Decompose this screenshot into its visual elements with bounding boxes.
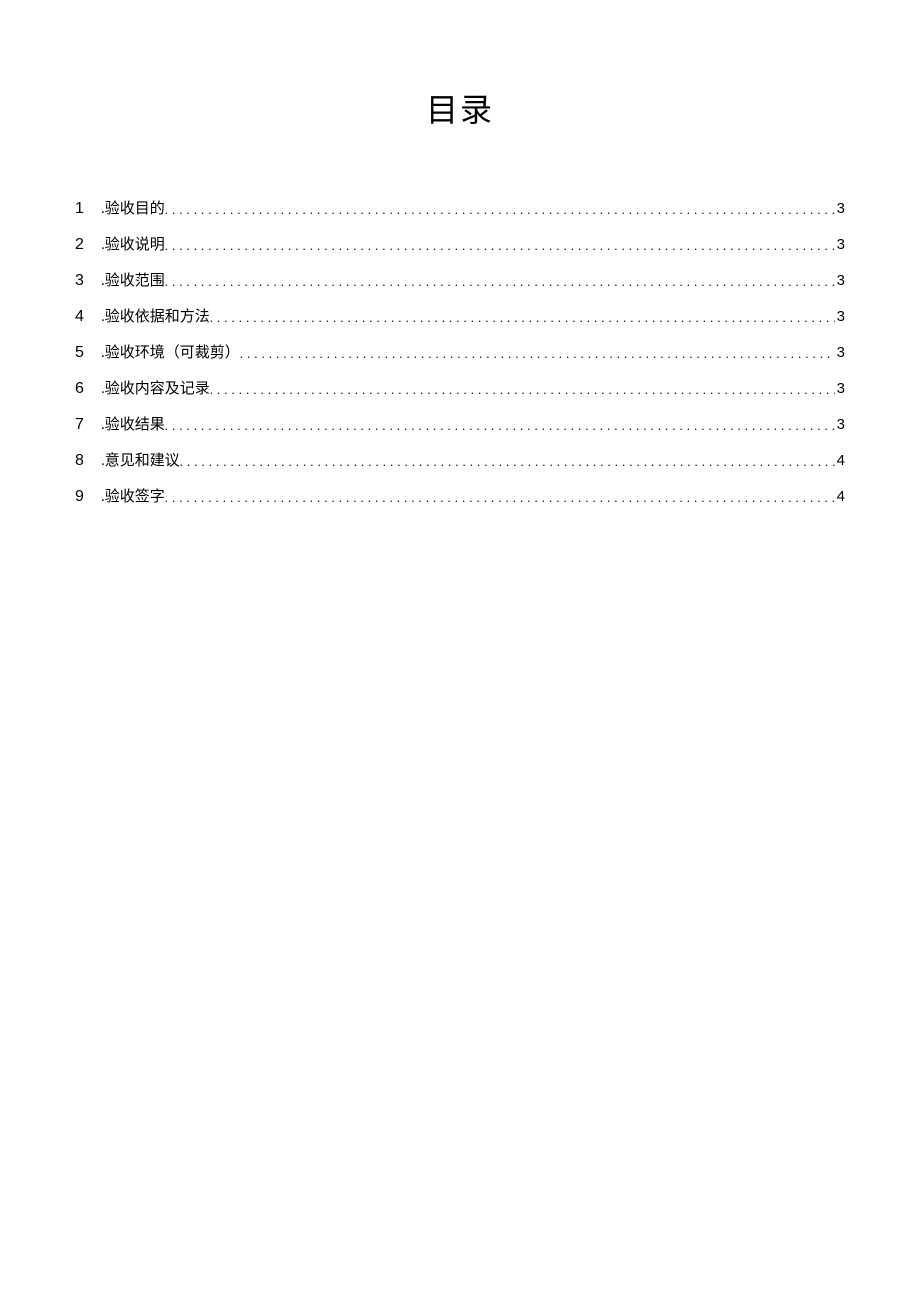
toc-leader-dots (240, 347, 835, 360)
toc-entry-number: 9 (75, 489, 101, 505)
toc-entry-number: 6 (75, 381, 101, 397)
toc-entry-number: 4 (75, 309, 101, 325)
toc-entry-label: .验收结果 (101, 418, 165, 433)
toc-entry[interactable]: 9 .验收签字 4 (75, 489, 845, 505)
toc-entry-label: .验收签字 (101, 490, 165, 505)
toc-entry[interactable]: 8 .意见和建议 4 (75, 453, 845, 469)
toc-entry-label: .验收环境（可裁剪） (101, 346, 240, 361)
toc-entry-label: .意见和建议 (101, 454, 180, 469)
toc-leader-dots (165, 239, 835, 252)
toc-title: 目录 (75, 85, 845, 131)
toc-entry-number: 7 (75, 417, 101, 433)
toc-leader-dots (210, 311, 835, 324)
toc-entry[interactable]: 5 .验收环境（可裁剪） 3 (75, 345, 845, 361)
toc-leader-dots (165, 203, 835, 216)
toc-entry-page: 3 (835, 237, 845, 252)
toc-entry-page: 3 (835, 201, 845, 216)
toc-entry-label: .验收目的 (101, 202, 165, 217)
toc-entry-label: .验收内容及记录 (101, 382, 210, 397)
toc-entry-page: 3 (835, 309, 845, 324)
toc-entry-page: 4 (835, 489, 845, 504)
toc-entry-label: .验收说明 (101, 238, 165, 253)
toc-entry-label: .验收范围 (101, 274, 165, 289)
toc-entry[interactable]: 2 .验收说明 3 (75, 237, 845, 253)
toc-leader-dots (165, 491, 835, 504)
toc-entry-page: 3 (835, 273, 845, 288)
toc-entry[interactable]: 4 .验收依据和方法 3 (75, 309, 845, 325)
toc-leader-dots (165, 275, 835, 288)
toc-entry-page: 3 (835, 381, 845, 396)
toc-entry[interactable]: 7 .验收结果 3 (75, 417, 845, 433)
toc-entry[interactable]: 6 .验收内容及记录 3 (75, 381, 845, 397)
toc-entry-number: 1 (75, 201, 101, 217)
toc-entry-page: 4 (835, 453, 845, 468)
toc-leader-dots (210, 383, 835, 396)
toc-entry[interactable]: 3 .验收范围 3 (75, 273, 845, 289)
document-page: 目录 1 .验收目的 3 2 .验收说明 3 3 .验收范围 3 4 .验收依据… (0, 0, 920, 505)
toc-leader-dots (165, 419, 835, 432)
toc-entry-number: 5 (75, 345, 101, 361)
toc-entry-number: 3 (75, 273, 101, 289)
toc-entry-label: .验收依据和方法 (101, 310, 210, 325)
toc-entry-page: 3 (835, 417, 845, 432)
toc-entry-number: 2 (75, 237, 101, 253)
toc-entry[interactable]: 1 .验收目的 3 (75, 201, 845, 217)
toc-leader-dots (180, 455, 835, 468)
toc-list: 1 .验收目的 3 2 .验收说明 3 3 .验收范围 3 4 .验收依据和方法… (75, 201, 845, 505)
toc-entry-page: 3 (835, 345, 845, 360)
toc-entry-number: 8 (75, 453, 101, 469)
